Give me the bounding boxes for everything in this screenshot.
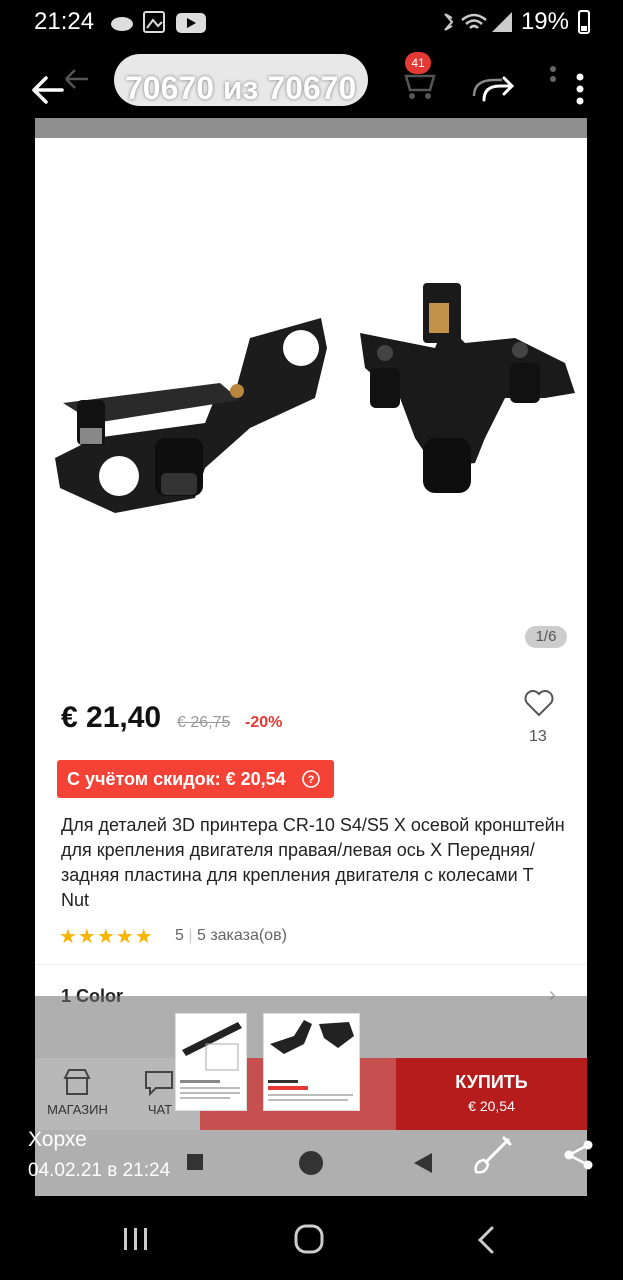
coupon-text: С учётом скидок: € 20,54 — [67, 769, 286, 789]
orders-count: 5 заказа(ов) — [196, 927, 287, 944]
product-title: Для деталей 3D принтера CR-10 S4/S5 X ос… — [61, 815, 565, 910]
rating-orders: 5 | 5 заказа(ов) — [175, 927, 287, 944]
sent-date: 04.02.21 в 21:24 — [28, 1160, 171, 1181]
recent-apps-icon[interactable] — [120, 1226, 152, 1254]
store-icon — [63, 1069, 91, 1095]
thumbnail-1[interactable] — [175, 1013, 247, 1111]
signal-icons — [444, 12, 512, 32]
svg-text:?: ? — [308, 774, 315, 786]
image-counter: 1/6 — [525, 626, 567, 648]
store-label: МАГАЗИН — [47, 1102, 108, 1117]
share-icon[interactable] — [562, 1138, 596, 1172]
help-icon: ? — [302, 770, 320, 788]
viewer-header: 70670 из 70670 41 — [0, 44, 623, 124]
store-button[interactable]: МАГАЗИН — [35, 1058, 120, 1130]
chat-label: ЧАТ — [147, 1102, 173, 1117]
more-menu-icon[interactable] — [572, 72, 588, 106]
discount-badge: -20% — [245, 714, 283, 731]
status-time: 21:24 — [34, 8, 95, 35]
app-more-icon — [550, 66, 556, 82]
star-rating-icon: ★★★★★ — [59, 926, 154, 948]
viewer-title: 70670 из 70670 — [125, 70, 357, 106]
buy-label: КУПИТЬ — [455, 1072, 528, 1092]
back-arrow-icon[interactable] — [30, 74, 66, 106]
favorites-count: 13 — [529, 728, 547, 745]
status-bar: 21:24 19% — [0, 0, 623, 44]
battery-icon — [578, 10, 590, 34]
chat-icon — [145, 1071, 173, 1097]
battery-percent: 19% — [520, 8, 569, 35]
thumbnail-2[interactable] — [263, 1013, 360, 1111]
buy-button[interactable]: КУПИТЬ € 20,54 — [396, 1058, 587, 1130]
recents-nav-icon — [187, 1154, 203, 1170]
back-nav-icon — [414, 1153, 432, 1173]
rating-value: 5 — [175, 927, 184, 944]
divider — [35, 964, 587, 965]
app-back-icon — [65, 69, 88, 89]
heart-icon[interactable] — [523, 688, 555, 718]
buy-price: € 20,54 — [468, 1098, 515, 1114]
product-image[interactable] — [35, 138, 587, 608]
discount-coupon-banner[interactable]: С учётом скидок: € 20,54 ? — [57, 760, 334, 798]
product-price: € 21,40 — [61, 701, 162, 734]
top-gray-strip — [35, 118, 587, 138]
thumbnail-image — [180, 1022, 242, 1099]
sender-name: Хорхе — [28, 1128, 87, 1151]
thumbnail-image — [268, 1020, 354, 1101]
forward-icon[interactable] — [466, 66, 518, 106]
old-price: € 26,75 — [177, 714, 231, 731]
notification-icons — [111, 11, 206, 33]
system-nav-bar — [0, 1196, 623, 1280]
home-icon[interactable] — [292, 1222, 328, 1258]
cart-badge: 41 — [405, 52, 431, 74]
home-nav-icon — [299, 1151, 323, 1175]
edit-brush-icon[interactable] — [470, 1136, 514, 1176]
back-icon[interactable] — [472, 1224, 500, 1256]
